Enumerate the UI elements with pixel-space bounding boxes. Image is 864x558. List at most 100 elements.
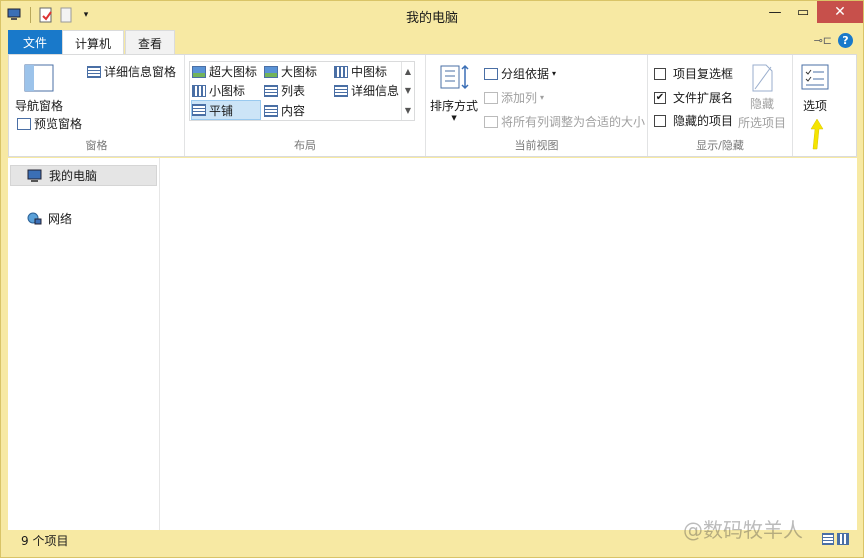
item-checkboxes-checkbox[interactable] [654, 67, 666, 80]
layout-list[interactable]: 列表 [264, 82, 305, 99]
window-controls: — ▭ ✕ [761, 1, 863, 23]
preview-pane-label: 预览窗格 [34, 117, 83, 131]
hidden-items-label: 隐藏的项目 [673, 114, 734, 128]
layout-small-icons[interactable]: 小图标 [192, 82, 245, 99]
network-icon [27, 212, 42, 224]
fit-columns-label: 将所有列调整为合适的大小 [501, 115, 646, 129]
medium-icons-icon [334, 65, 348, 78]
selected-items-label: 所选项目 [738, 116, 787, 130]
hidden-items-checkbox[interactable] [654, 114, 666, 127]
window-title: 我的电脑 [405, 11, 458, 26]
small-icons-icon [192, 84, 206, 97]
layout-label: 超大图标 [209, 65, 258, 79]
group-current-view: 排序方式 ▼ 分组依据 ▾ 添加列 ▾ 将所有列调整为合适的大小 当前视图 [426, 55, 648, 156]
layout-gallery: 超大图标 大图标 中图标 小图标 列表 详细信息 平铺 内容 ▲ ▼ ▼ [189, 61, 415, 121]
navigation-pane: 我的电脑 网络 [8, 158, 160, 530]
nav-item-network[interactable]: 网络 [10, 208, 157, 229]
nav-pane-icon [24, 64, 54, 92]
preview-pane-button[interactable]: 预览窗格 [17, 115, 82, 132]
chevron-down-icon: ▾ [552, 69, 557, 78]
group-label-layout: 布局 [294, 139, 316, 152]
ribbon: 导航窗格 预览窗格 详细信息窗格 窗格 布局 超大图标 大图标 中图标 小图标 … [8, 54, 857, 157]
item-checkboxes-label: 项目复选框 [673, 67, 734, 81]
nav-item-label: 网络 [48, 212, 73, 226]
view-toggle [822, 533, 849, 545]
layout-label: 平铺 [209, 103, 234, 118]
layout-label: 中图标 [351, 65, 388, 79]
tab-computer[interactable]: 计算机 [62, 30, 125, 55]
sort-by-button[interactable]: 排序方式 ▼ [430, 63, 478, 122]
file-extensions-checkbox[interactable]: ✔ [654, 91, 666, 104]
hide-label: 隐藏 [750, 97, 775, 111]
chevron-down-icon: ▾ [540, 93, 545, 102]
details-pane-label: 详细信息窗格 [104, 65, 177, 79]
details-pane-icon [87, 65, 101, 78]
nav-item-this-pc[interactable]: 我的电脑 [10, 165, 157, 186]
minimize-icon[interactable]: — [761, 1, 789, 23]
layout-details[interactable]: 详细信息 [334, 82, 399, 99]
title-bar: ▾ 我的电脑 — ▭ ✕ [1, 1, 863, 30]
layout-content[interactable]: 内容 [264, 102, 305, 119]
hidden-items-toggle[interactable]: 隐藏的项目 [654, 112, 733, 129]
details-pane-button[interactable]: 详细信息窗格 [87, 63, 176, 80]
group-panes: 导航窗格 预览窗格 详细信息窗格 窗格 [9, 55, 185, 156]
item-checkboxes-toggle[interactable]: 项目复选框 [654, 65, 733, 82]
add-column-button[interactable]: 添加列 ▾ [484, 89, 544, 106]
pin-ribbon-icon[interactable]: ⊸⊏ [814, 34, 832, 47]
watermark: @数码牧羊人 [683, 518, 803, 542]
layout-label: 列表 [281, 84, 306, 98]
fit-columns-icon [484, 115, 498, 128]
large-icons-icon [264, 65, 278, 78]
options-icon [801, 64, 829, 90]
hide-selected-button[interactable]: 隐藏 所选项目 [738, 63, 786, 131]
group-by-button[interactable]: 分组依据 ▾ [484, 65, 556, 82]
sort-label: 排序方式 [430, 99, 479, 113]
layout-tiles[interactable]: 平铺 [191, 100, 261, 120]
nav-pane-button[interactable]: 导航窗格 [15, 63, 63, 114]
ribbon-tabs: 文件 计算机 查看 [8, 30, 176, 55]
tiles-icon [192, 104, 206, 116]
layout-medium-icons[interactable]: 中图标 [334, 63, 387, 80]
group-label-panes: 窗格 [85, 139, 108, 152]
expand-gallery-icon[interactable]: ▼ [405, 106, 411, 115]
tab-file[interactable]: 文件 [8, 30, 62, 54]
help-icon[interactable]: ? [838, 33, 853, 48]
group-by-label: 分组依据 [501, 67, 550, 81]
scroll-down-icon[interactable]: ▼ [405, 86, 411, 95]
group-label-current-view: 当前视图 [514, 139, 559, 152]
group-by-icon [484, 67, 498, 80]
layout-label: 大图标 [281, 65, 318, 79]
list-icon [264, 84, 278, 97]
status-item-count: 9 个项目 [21, 534, 69, 548]
add-column-label: 添加列 [501, 91, 538, 105]
tab-view[interactable]: 查看 [125, 30, 176, 55]
layout-label: 小图标 [209, 84, 246, 98]
scroll-up-icon[interactable]: ▲ [405, 67, 411, 76]
maximize-icon[interactable]: ▭ [789, 1, 817, 23]
details-icon [334, 84, 348, 97]
nav-item-label: 我的电脑 [49, 169, 98, 183]
file-extensions-toggle[interactable]: ✔ 文件扩展名 [654, 89, 733, 106]
close-icon[interactable]: ✕ [817, 1, 863, 23]
hide-selected-icon [752, 64, 773, 92]
options-label: 选项 [802, 99, 827, 113]
layout-large-icons[interactable]: 大图标 [264, 63, 317, 80]
content-icon [264, 104, 278, 117]
arrow-up-icon [810, 118, 824, 150]
computer-icon [27, 169, 42, 182]
add-column-icon [484, 91, 498, 104]
gallery-scrollbar[interactable]: ▲ ▼ ▼ [401, 62, 414, 120]
large-icons-view-icon[interactable] [837, 533, 849, 545]
file-list-area[interactable] [160, 158, 857, 530]
options-button[interactable]: 选项 [800, 63, 830, 114]
extra-large-icons-icon [192, 65, 206, 78]
chevron-down-icon: ▼ [451, 114, 457, 122]
details-view-icon[interactable] [822, 533, 834, 545]
ribbon-tools: ⊸⊏ ? [814, 33, 853, 48]
layout-extra-large-icons[interactable]: 超大图标 [192, 63, 257, 80]
layout-label: 详细信息 [351, 84, 400, 98]
preview-pane-icon [17, 117, 31, 130]
layout-label: 内容 [281, 104, 306, 118]
fit-columns-button[interactable]: 将所有列调整为合适的大小 [484, 113, 645, 130]
explorer-window: ▾ 我的电脑 — ▭ ✕ 文件 计算机 查看 ⊸⊏ ? 导航窗格 预览窗格 详细… [0, 0, 864, 558]
